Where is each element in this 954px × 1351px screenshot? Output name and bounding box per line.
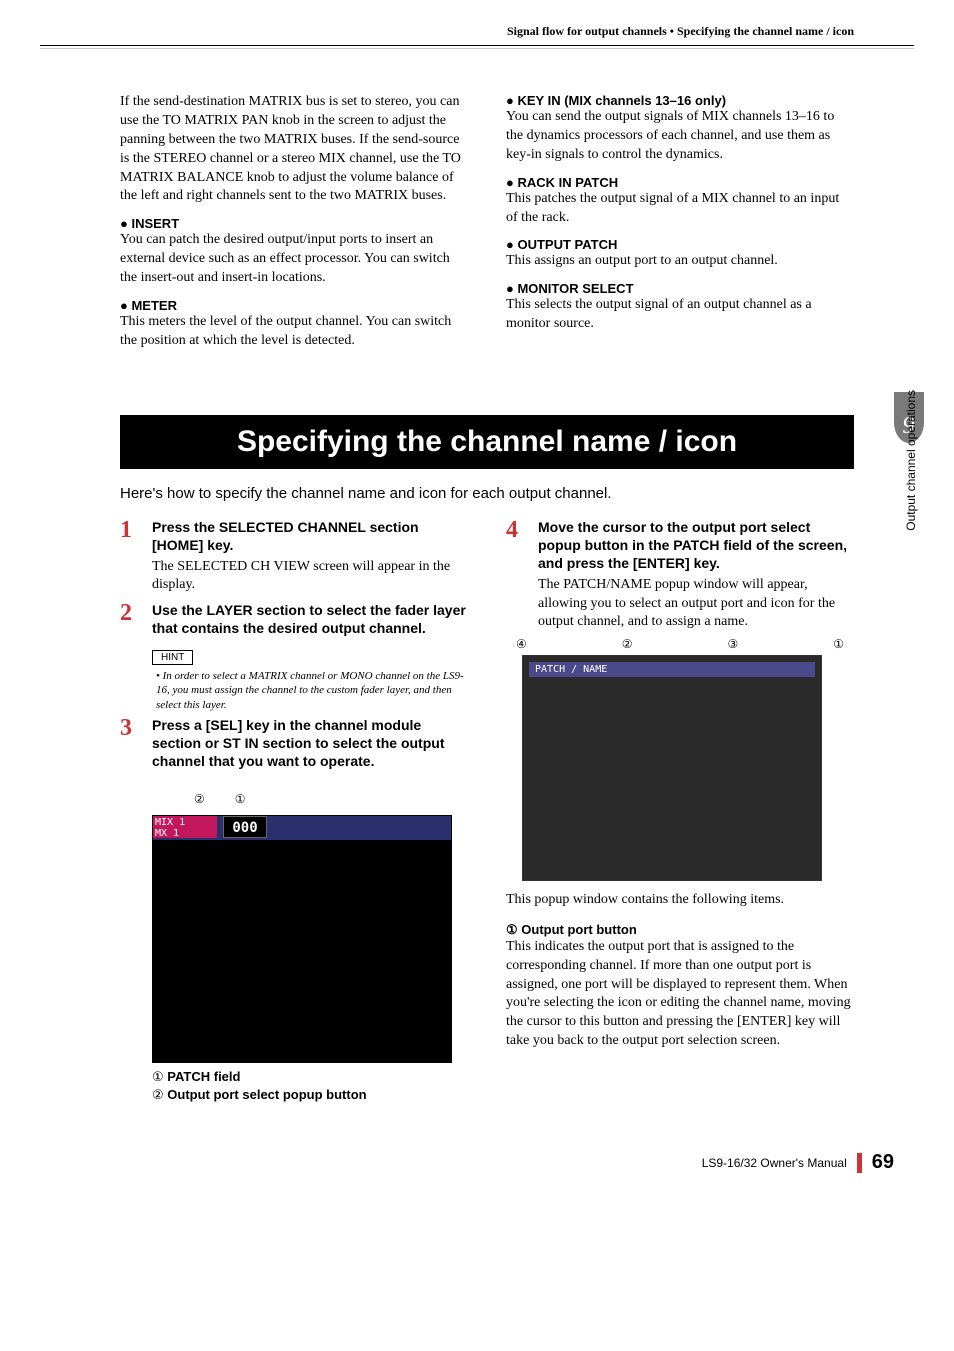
fig2-callout-2: ②: [622, 637, 633, 652]
step-num: 4: [506, 518, 526, 631]
step-title: Press the SELECTED CHANNEL section [HOME…: [152, 518, 468, 554]
hint-text-inner: In order to select a MATRIX channel or M…: [156, 670, 464, 711]
fig1-caption-2: ② Output port select popup button: [152, 1087, 468, 1103]
step-4: 4 Move the cursor to the output port sel…: [506, 518, 854, 631]
fig2-after-text: This popup window contains the following…: [506, 891, 854, 910]
fig2-window-title: PATCH / NAME: [529, 662, 815, 677]
step-num: 2: [120, 601, 140, 637]
fig1-channel-badge: MIX 1MX 1: [153, 816, 217, 838]
fig2-callout-4: ④: [516, 637, 527, 652]
para-meter: This meters the level of the output chan…: [120, 313, 468, 351]
fig1-callout-1: ①: [235, 792, 246, 806]
intro-text: Here's how to specify the channel name a…: [120, 485, 854, 502]
step-title: Use the LAYER section to select the fade…: [152, 601, 468, 637]
fig1-caption-1: ① PATCH field: [152, 1069, 468, 1085]
step-text: The PATCH/NAME popup window will appear,…: [538, 576, 854, 631]
page-number: 69: [872, 1151, 894, 1174]
fig1-counter: 000: [223, 816, 267, 838]
para-rack: This patches the output signal of a MIX …: [506, 190, 854, 228]
step-title: Move the cursor to the output port selec…: [538, 518, 854, 573]
page-accent: [857, 1153, 862, 1173]
figure-patch-name-popup: PATCH / NAME: [522, 655, 822, 881]
heading-rack: RACK IN PATCH: [506, 175, 854, 190]
thin-rule: [40, 48, 914, 49]
output-port-button-para: This indicates the output port that is a…: [506, 938, 854, 1051]
step-num: 1: [120, 518, 140, 595]
fig1-callouts: ② ①: [194, 792, 468, 807]
hint-label: HINT: [152, 650, 193, 665]
section-banner: Specifying the channel name / icon: [120, 415, 854, 469]
heading-keyin: KEY IN (MIX channels 13–16 only): [506, 93, 854, 108]
running-head: Signal flow for output channels • Specif…: [40, 0, 914, 46]
hint-text: • In order to select a MATRIX channel or…: [152, 669, 468, 712]
hint-box: HINT • In order to select a MATRIX chann…: [152, 649, 468, 712]
para-insert: You can patch the desired output/input p…: [120, 231, 468, 288]
step-3: 3 Press a [SEL] key in the channel modul…: [120, 716, 468, 771]
step-num: 3: [120, 716, 140, 771]
heading-monitor: MONITOR SELECT: [506, 281, 854, 296]
figure-selected-ch-view: MIX 1MX 1 000: [152, 815, 452, 1063]
fig2-callouts: ④ ② ③ ①: [506, 637, 854, 652]
footer-manual: LS9-16/32 Owner's Manual: [702, 1156, 847, 1170]
heading-output: OUTPUT PATCH: [506, 237, 854, 252]
heading-meter: METER: [120, 298, 468, 313]
para-keyin: You can send the output signals of MIX c…: [506, 108, 854, 165]
para-output: This assigns an output port to an output…: [506, 252, 854, 271]
fig1-callout-2: ②: [194, 792, 205, 806]
steps-columns: 1 Press the SELECTED CHANNEL section [HO…: [120, 518, 854, 1106]
step-1: 1 Press the SELECTED CHANNEL section [HO…: [120, 518, 468, 595]
step-text: The SELECTED CH VIEW screen will appear …: [152, 558, 468, 594]
step-title: Press a [SEL] key in the channel module …: [152, 716, 468, 771]
step-2: 2 Use the LAYER section to select the fa…: [120, 601, 468, 637]
output-port-button-heading: ① Output port button: [506, 922, 854, 938]
para-monitor: This selects the output signal of an out…: [506, 296, 854, 334]
fig2-callout-1: ①: [833, 637, 844, 652]
para-matrix: If the send-destination MATRIX bus is se…: [120, 93, 468, 206]
heading-insert: INSERT: [120, 216, 468, 231]
upper-columns: If the send-destination MATRIX bus is se…: [120, 93, 854, 357]
footer: LS9-16/32 Owner's Manual 69: [0, 1105, 954, 1204]
fig2-callout-3: ③: [727, 637, 738, 652]
